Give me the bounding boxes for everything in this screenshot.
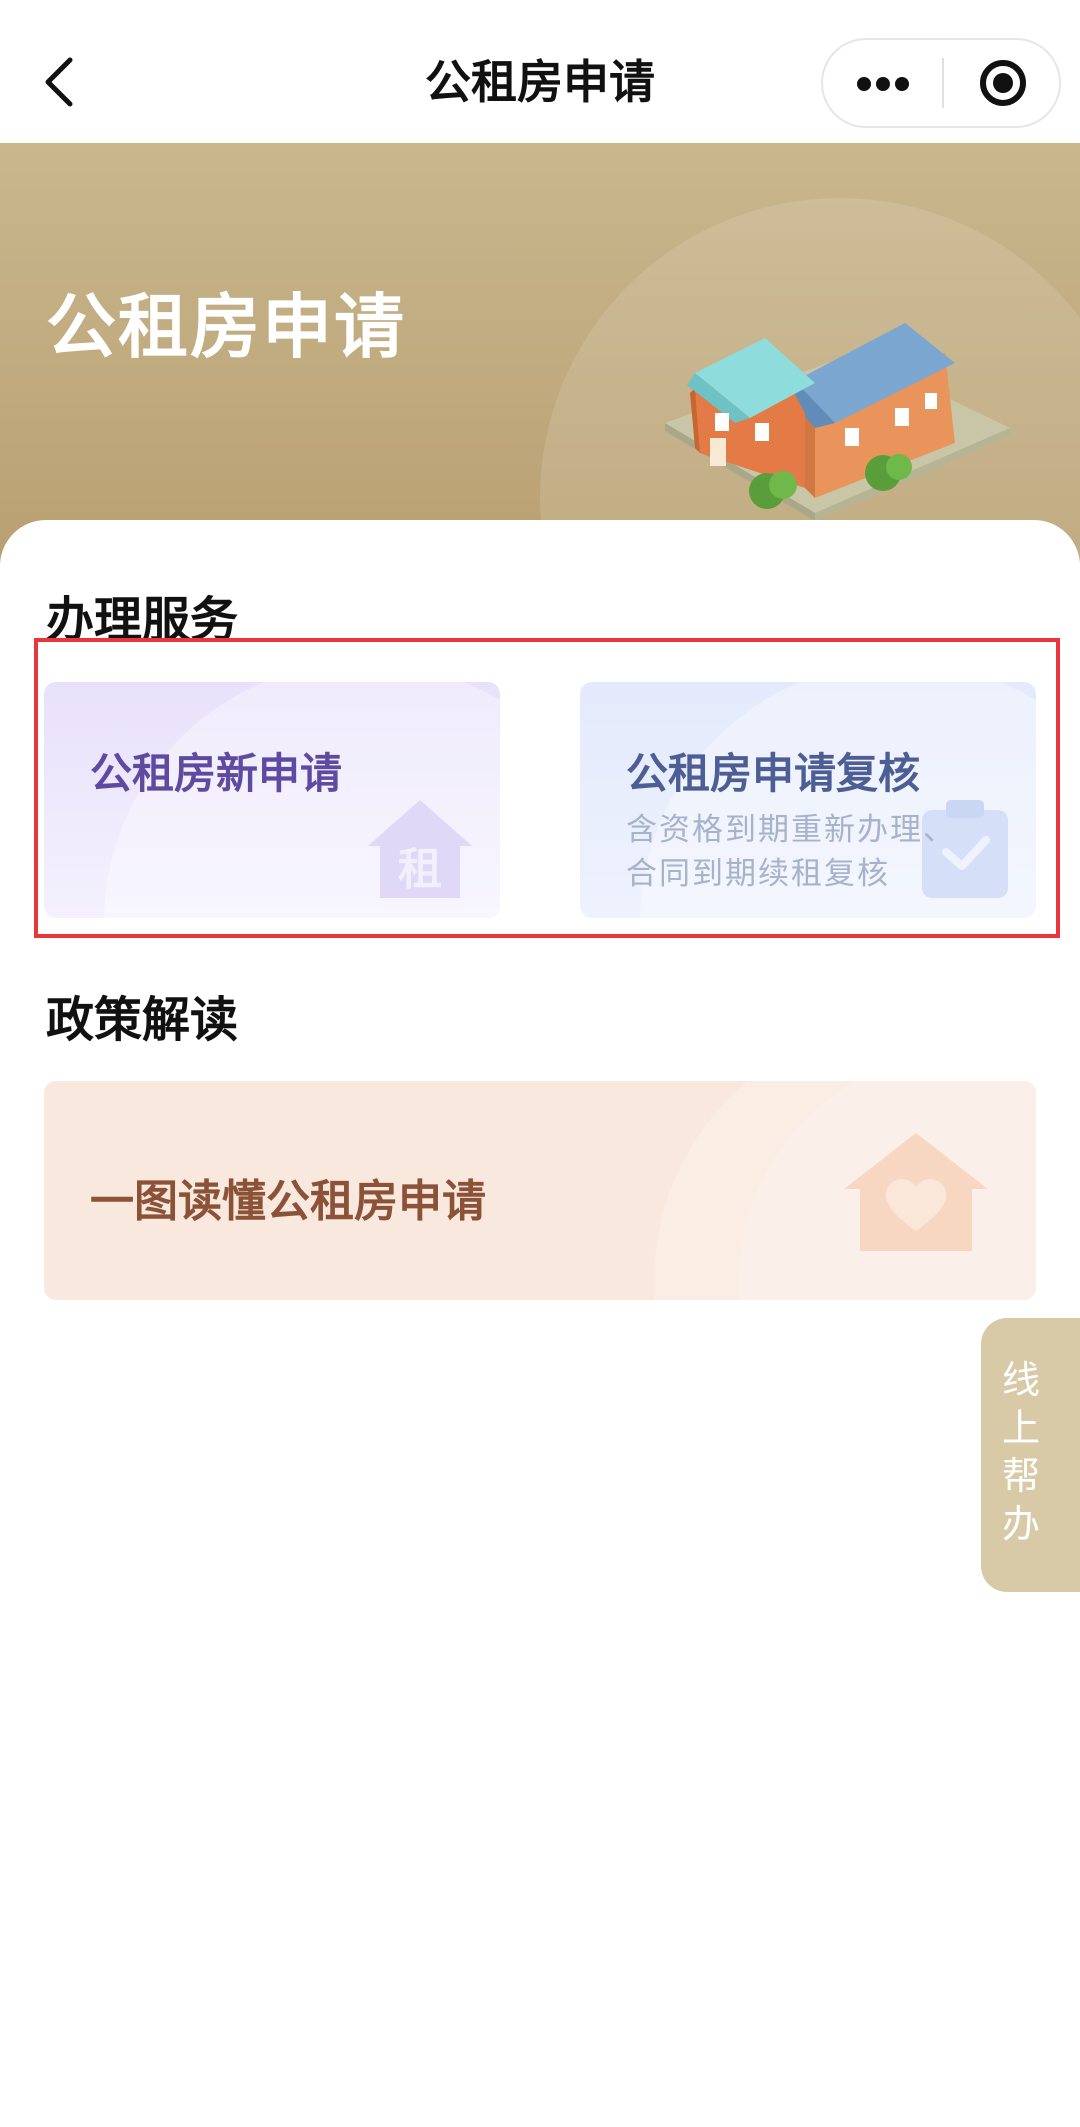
close-button[interactable] — [945, 40, 1061, 126]
new-application-card[interactable]: 公租房新申请 租 — [44, 682, 500, 918]
policy-infographic-card[interactable]: 一图读懂公租房申请 — [44, 1081, 1036, 1300]
help-char-1: 线 — [1001, 1358, 1040, 1402]
help-char-2: 上 — [1001, 1406, 1040, 1450]
policy-card-title: 一图读懂公租房申请 — [90, 1176, 486, 1227]
target-dot — [993, 73, 1013, 93]
more-dot — [876, 77, 890, 91]
capsule-divider — [942, 58, 944, 108]
house-rent-icon: 租 — [368, 800, 472, 898]
policy-heading: 政策解读 — [46, 992, 239, 1048]
review-subtitle-line1: 含资格到期重新办理、 — [626, 812, 956, 848]
new-application-title: 公租房新申请 — [90, 749, 343, 798]
help-char-4: 办 — [1001, 1502, 1040, 1546]
online-help-button[interactable]: 线 上 帮 办 — [981, 1318, 1080, 1592]
more-dot — [895, 77, 909, 91]
hero-banner: 公租房申请 — [0, 143, 1080, 563]
banner-title: 公租房申请 — [46, 286, 406, 368]
help-char-3: 帮 — [1001, 1454, 1040, 1498]
mini-program-capsule — [821, 38, 1061, 128]
top-nav-bar: 公租房申请 — [0, 0, 1080, 143]
review-subtitle-line2: 合同到期续租复核 — [626, 856, 890, 892]
rent-icon-text: 租 — [398, 844, 442, 895]
house-heart-icon — [844, 1133, 988, 1251]
house-illustration — [665, 323, 1010, 521]
review-application-title: 公租房申请复核 — [626, 749, 921, 798]
more-button[interactable] — [823, 40, 941, 126]
more-dots-icon — [857, 77, 871, 91]
review-application-card[interactable]: 公租房申请复核 含资格到期重新办理、 合同到期续租复核 — [580, 682, 1036, 918]
